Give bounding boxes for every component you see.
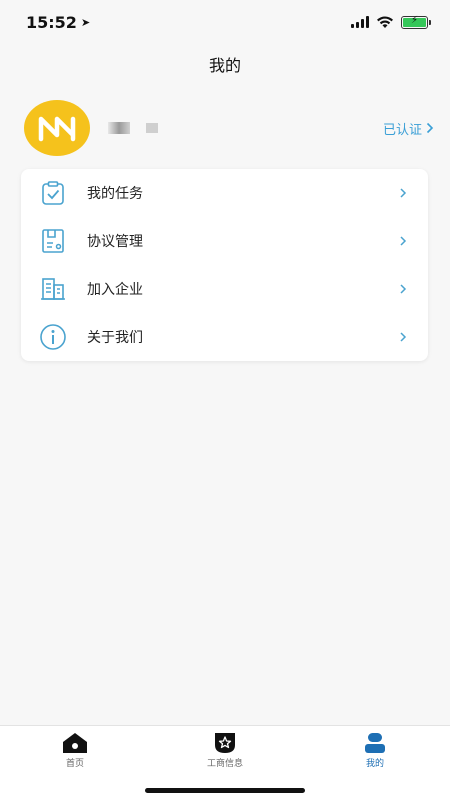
- redacted-block: [108, 122, 130, 134]
- wifi-icon: [377, 15, 393, 28]
- page-title: 我的: [208, 56, 241, 75]
- location-arrow-icon: ➤: [80, 15, 91, 29]
- chevron-right-icon: [426, 122, 434, 134]
- tab-label: 工商信息: [206, 759, 243, 769]
- cellular-signal-icon: [351, 16, 369, 28]
- status-time: 15:52 ➤: [26, 13, 90, 32]
- chevron-right-icon: [400, 332, 407, 342]
- menu-item-my-tasks[interactable]: 我的任务: [21, 169, 428, 217]
- menu-item-label: 关于我们: [87, 330, 143, 346]
- tab-label: 首页: [65, 759, 84, 769]
- username-redacted: [108, 122, 158, 134]
- profile-row[interactable]: 已认证: [24, 100, 434, 156]
- chevron-right-icon: [400, 284, 407, 294]
- clipboard-check-icon: [39, 179, 67, 207]
- menu-item-label: 我的任务: [87, 186, 143, 202]
- user-icon: [365, 733, 385, 753]
- menu-item-about-us[interactable]: 关于我们: [21, 313, 428, 361]
- status-bar: 15:52 ➤ ⚡: [0, 0, 450, 44]
- tab-business-info[interactable]: 工商信息: [185, 732, 265, 769]
- document-icon: [39, 227, 67, 255]
- chevron-right-icon: [400, 236, 407, 246]
- tab-mine[interactable]: 我的: [335, 732, 415, 769]
- home-icon: [63, 733, 87, 753]
- home-indicator: [145, 788, 305, 793]
- menu-item-join-company[interactable]: 加入企业: [21, 265, 428, 313]
- logo-avatar-icon[interactable]: [24, 100, 90, 156]
- badge-star-icon: [215, 733, 235, 753]
- status-time-text: 15:52: [26, 12, 77, 32]
- status-icons: ⚡: [351, 15, 431, 29]
- building-icon: [39, 275, 67, 303]
- tab-home[interactable]: 首页: [35, 732, 115, 769]
- redacted-block: [146, 123, 158, 133]
- verified-link[interactable]: 已认证: [383, 119, 434, 138]
- verified-label: 已认证: [382, 122, 422, 138]
- chevron-right-icon: [400, 188, 407, 198]
- menu-item-agreements[interactable]: 协议管理: [21, 217, 428, 265]
- menu-item-label: 协议管理: [87, 234, 143, 250]
- menu-card: 我的任务 协议管理 加入企业 关于我们: [21, 169, 428, 361]
- menu-item-label: 加入企业: [87, 282, 143, 298]
- info-icon: [39, 323, 67, 351]
- battery-charging-icon: ⚡: [401, 15, 431, 29]
- tab-label: 我的: [365, 759, 384, 769]
